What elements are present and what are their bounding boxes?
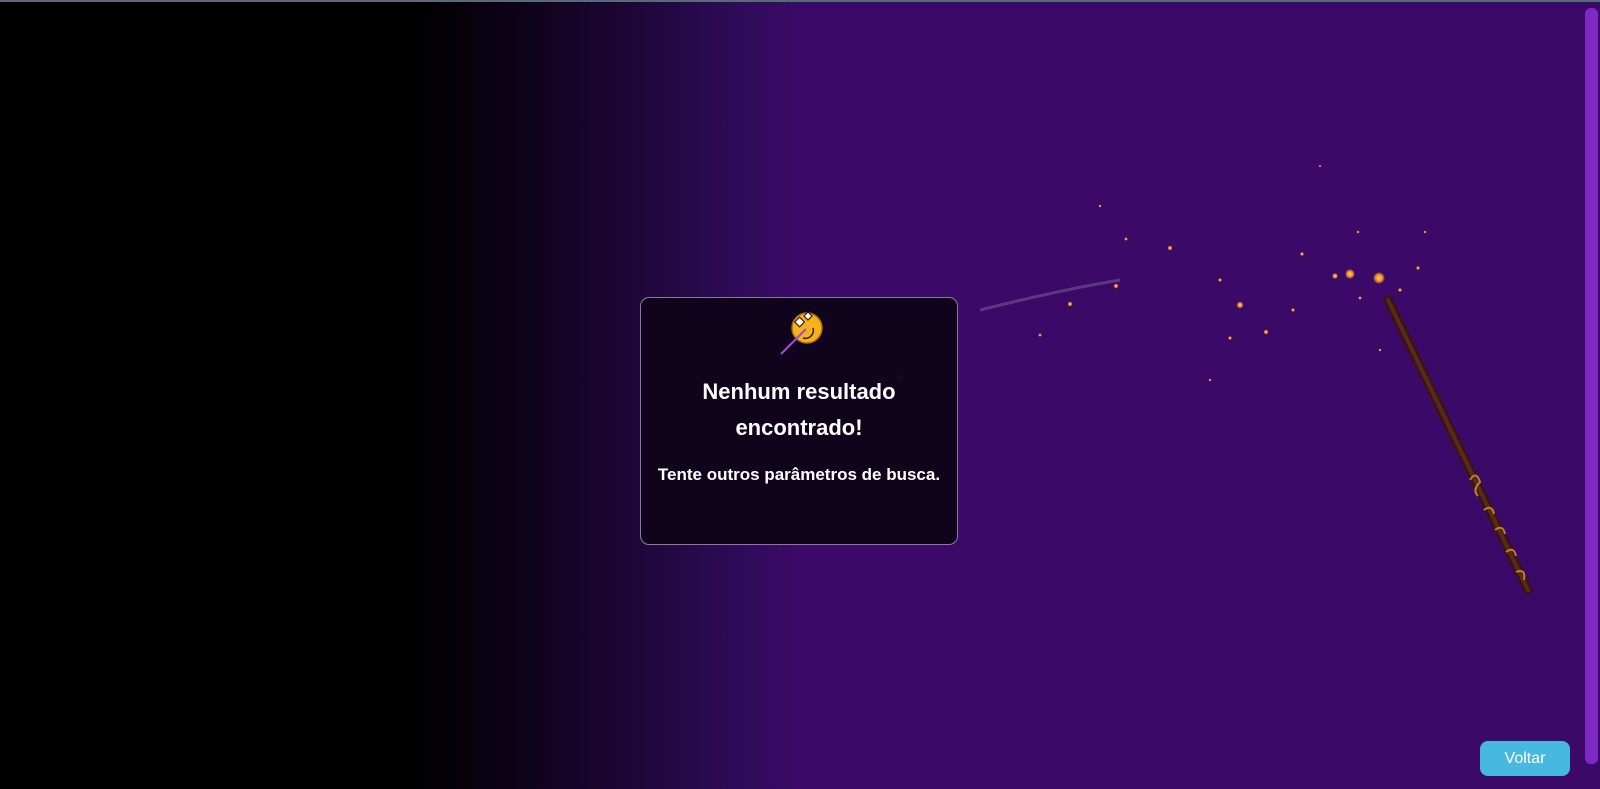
no-results-modal: Nenhum resultado encontrado! Tente outro… [640,297,958,545]
page: Nenhum resultado encontrado! Tente outro… [0,0,1600,789]
back-button[interactable]: Voltar [1480,741,1570,776]
top-border [0,0,1600,2]
scrollbar-thumb[interactable] [1585,8,1598,764]
scrollbar[interactable] [1585,2,1600,789]
modal-subtitle: Tente outros parâmetros de busca. [657,465,941,484]
modal-title: Nenhum resultado encontrado! [702,379,896,440]
magic-wand-icon [780,311,823,355]
magic-wand-illustration [896,164,1533,595]
